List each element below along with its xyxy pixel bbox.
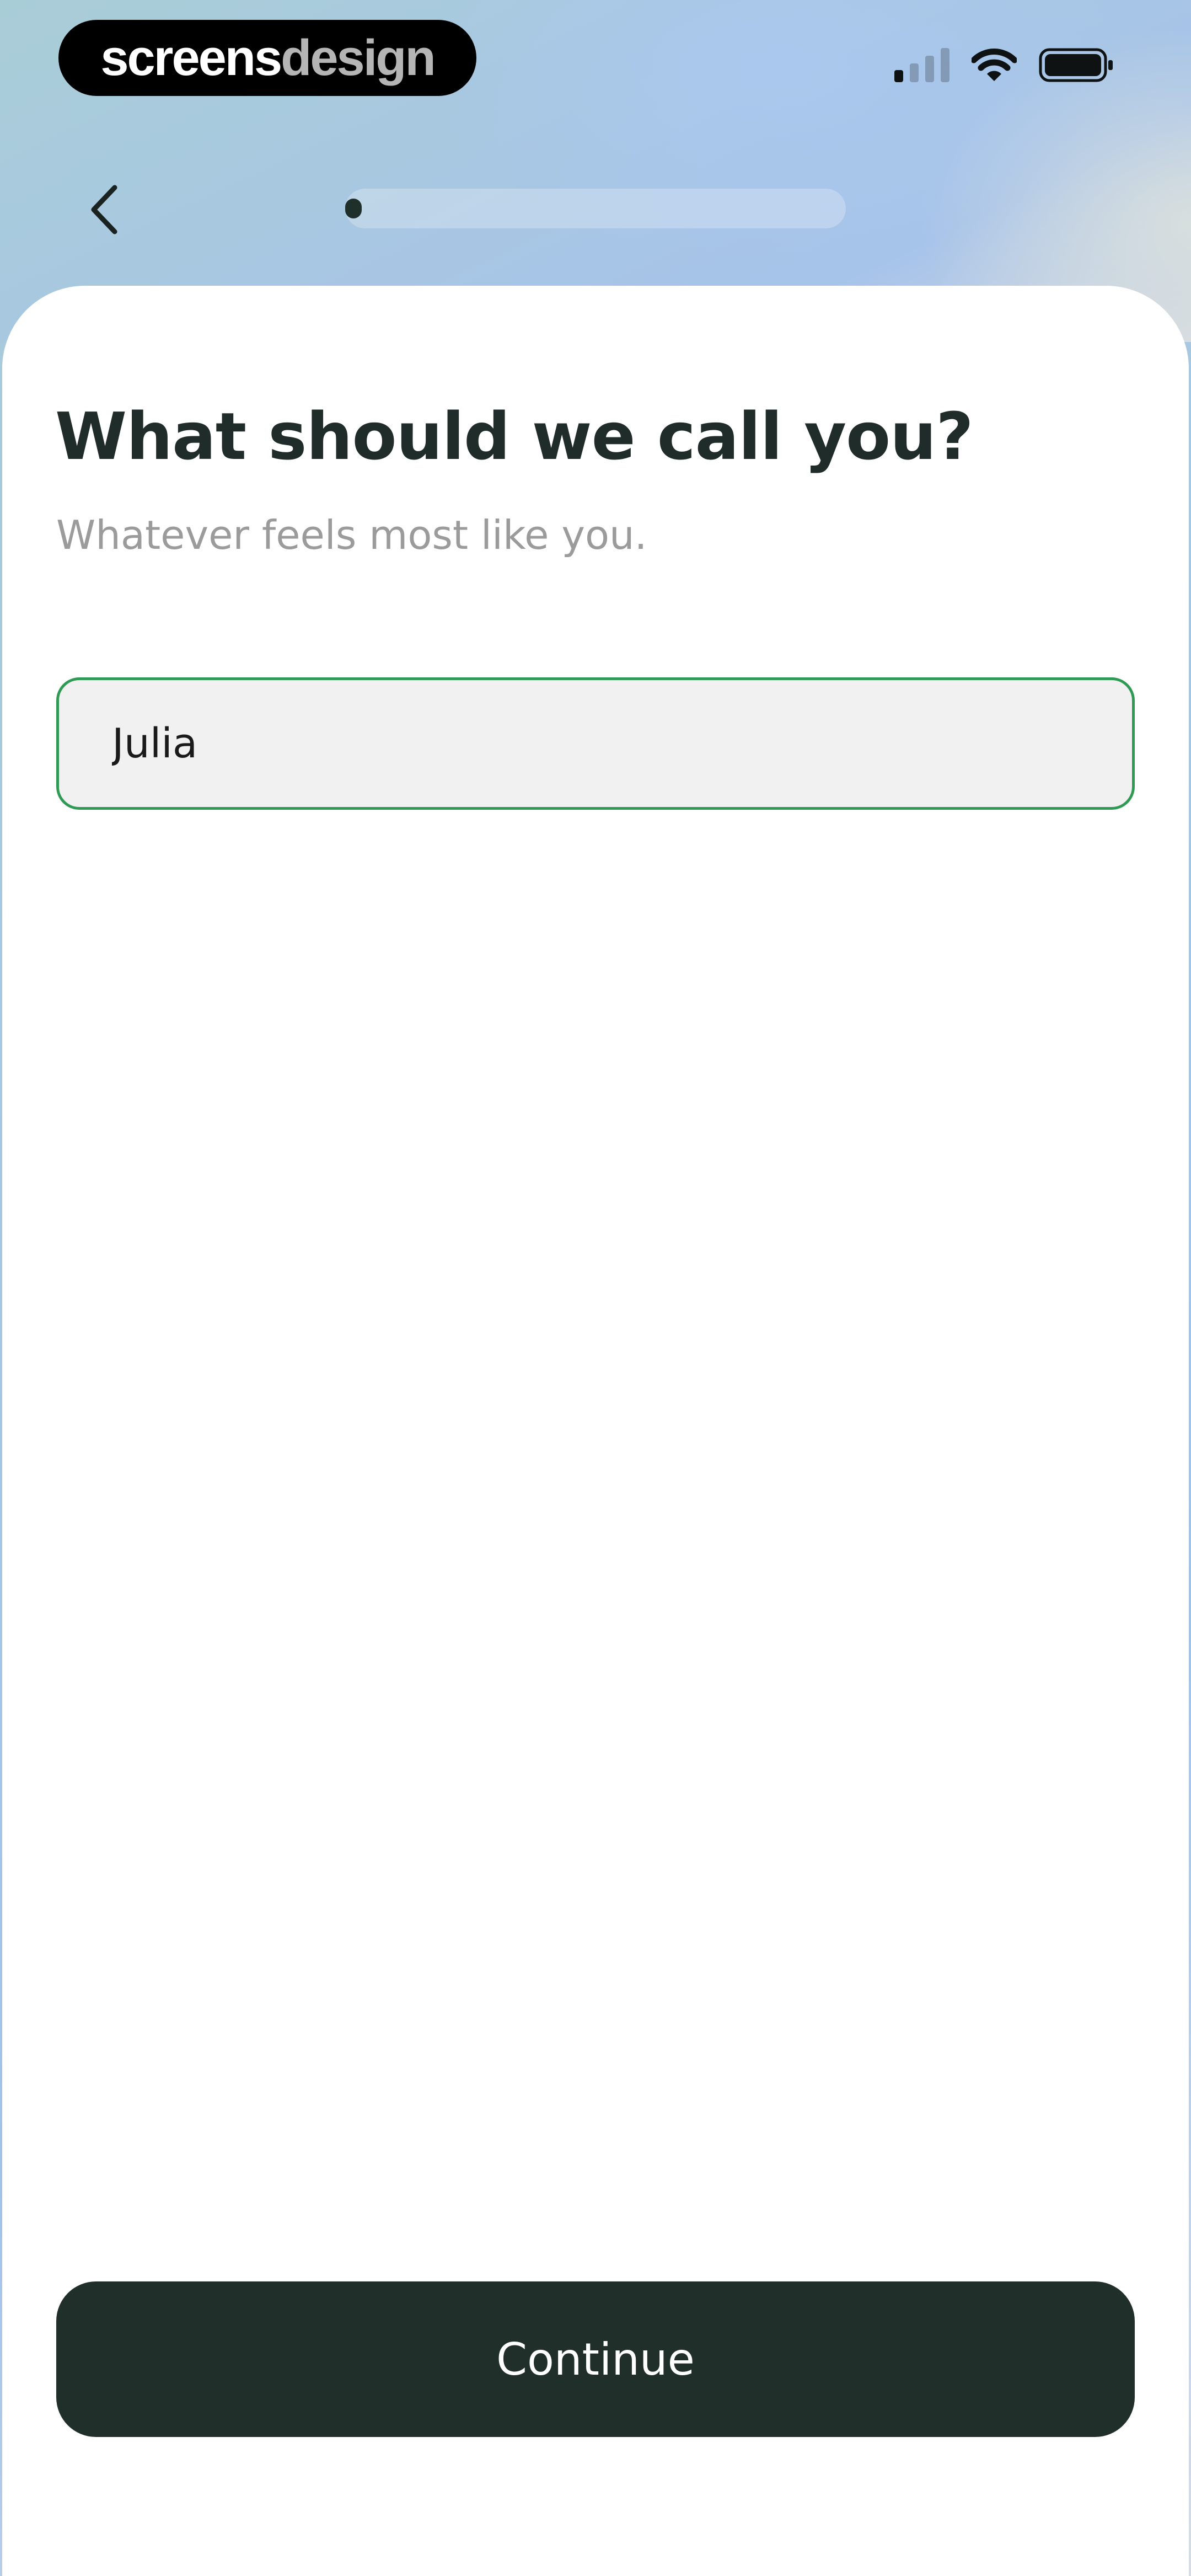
page-subtitle: Whatever feels most like you. bbox=[56, 512, 647, 558]
brand-logo: screens design bbox=[58, 20, 476, 96]
page-title: What should we call you? bbox=[55, 398, 974, 474]
wifi-icon bbox=[972, 49, 1017, 81]
continue-button[interactable]: Continue bbox=[56, 2281, 1135, 2437]
chevron-left-icon bbox=[91, 185, 117, 234]
status-bar bbox=[894, 43, 1114, 87]
progress-bar-fill bbox=[345, 199, 362, 218]
cellular-signal-icon bbox=[894, 48, 949, 82]
battery-icon bbox=[1039, 48, 1113, 82]
progress-bar bbox=[345, 189, 846, 228]
content-sheet bbox=[2, 286, 1189, 2576]
brand-logo-part-2: design bbox=[281, 29, 436, 86]
back-button[interactable] bbox=[83, 182, 127, 237]
name-input[interactable] bbox=[56, 677, 1135, 810]
brand-logo-part-1: screens bbox=[100, 29, 282, 86]
